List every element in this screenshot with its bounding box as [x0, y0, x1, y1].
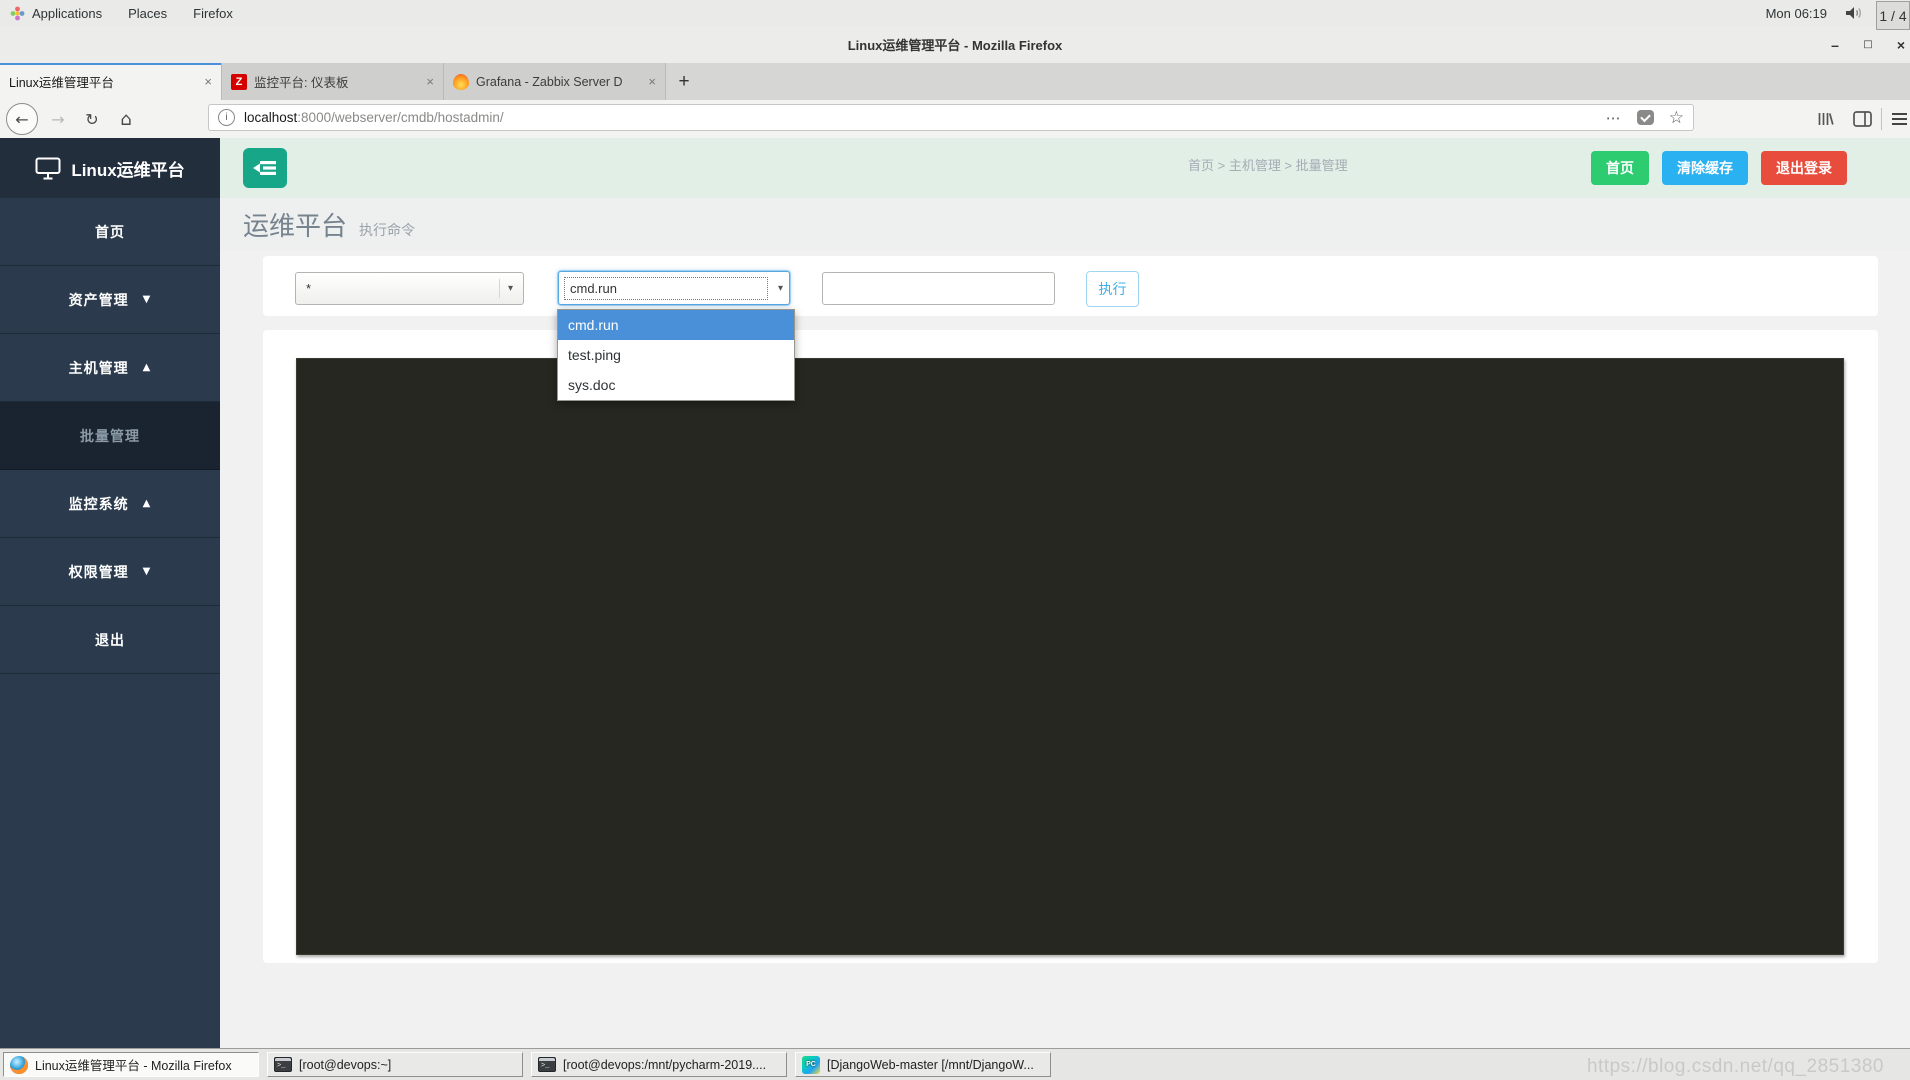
tab-grafana[interactable]: Grafana - Zabbix Server D × — [444, 63, 666, 100]
firefox-titlebar: Linux运维管理平台 - Mozilla Firefox – □ × — [0, 26, 1910, 64]
firefox-icon — [10, 1056, 28, 1074]
clock[interactable]: Mon 06:19 — [1766, 6, 1827, 21]
zabbix-favicon-icon: Z — [231, 74, 247, 90]
breadcrumb: 首页 > 主机管理 > 批量管理 — [1188, 155, 1348, 174]
tab-close-icon[interactable]: × — [426, 74, 434, 89]
command-dropdown-list: cmd.run test.ping sys.doc — [557, 309, 795, 401]
sidebar-collapse-button[interactable] — [243, 148, 287, 188]
browser-menu-icon[interactable] — [1891, 112, 1908, 126]
page-actions-icon[interactable]: ⋯ — [1606, 109, 1622, 127]
taskbar: Linux运维管理平台 - Mozilla Firefox [root@devo… — [0, 1048, 1910, 1080]
sidebar-item-monitoring[interactable]: 监控系统 ▲ — [0, 470, 220, 538]
app-logo-text: Linux运维平台 — [71, 156, 184, 181]
tab-bar: Linux运维管理平台 × Z 监控平台: 仪表板 × Grafana - Za… — [0, 63, 1910, 100]
taskbar-item-terminal-1[interactable]: [root@devops:~] — [267, 1052, 523, 1077]
tab-close-icon[interactable]: × — [648, 74, 656, 89]
caret-down-icon: ▾ — [770, 278, 783, 297]
command-output-terminal — [296, 358, 1844, 955]
home-button[interactable]: ⌂ — [114, 107, 138, 131]
terminal-icon — [274, 1057, 292, 1072]
applications-menu[interactable]: Applications — [10, 6, 102, 21]
chevron-up-icon: ▲ — [143, 362, 152, 373]
terminal-icon — [538, 1057, 556, 1072]
app-sidebar: Linux运维平台 首页 资产管理 ▼ 主机管理 ▲ 批量管理 监控系统 ▲ 权… — [0, 138, 220, 1048]
dropdown-option-sys-doc[interactable]: sys.doc — [558, 370, 794, 400]
applications-label: Applications — [32, 6, 102, 21]
page-title: 运维平台执行命令 — [243, 206, 415, 243]
collapse-menu-icon — [253, 158, 278, 178]
chevron-down-icon: ▼ — [143, 566, 152, 577]
toolbar-separator — [1881, 108, 1882, 130]
sidebar-toggle-icon[interactable] — [1853, 111, 1872, 128]
chevron-up-icon: ▲ — [143, 498, 152, 509]
workspace-indicator[interactable]: 1 / 4 — [1876, 1, 1910, 30]
sidebar-item-permissions[interactable]: 权限管理 ▼ — [0, 538, 220, 606]
taskbar-item-terminal-2[interactable]: [root@devops:/mnt/pycharm-2019.... — [531, 1052, 787, 1077]
execute-button[interactable]: 执行 — [1086, 271, 1139, 307]
clear-cache-button[interactable]: 清除缓存 — [1662, 151, 1748, 185]
tab-zabbix-dashboard[interactable]: Z 监控平台: 仪表板 × — [222, 63, 444, 100]
applications-icon — [10, 6, 25, 21]
home-page-button[interactable]: 首页 — [1591, 151, 1649, 185]
sidebar-item-batch-admin[interactable]: 批量管理 — [0, 402, 220, 470]
url-host: localhost — [244, 110, 297, 125]
back-button[interactable]: ← — [6, 103, 38, 135]
chevron-down-icon: ▼ — [143, 294, 152, 305]
sidebar-item-home[interactable]: 首页 — [0, 198, 220, 266]
minimize-button[interactable]: – — [1820, 26, 1850, 63]
volume-icon[interactable] — [1845, 6, 1864, 20]
command-args-input[interactable] — [822, 272, 1055, 305]
csdn-watermark: https://blog.csdn.net/qq_2851380 — [1587, 1056, 1884, 1078]
library-icon[interactable] — [1817, 111, 1834, 128]
system-top-bar: Applications Places Firefox Mon 06:19 — [0, 0, 1910, 27]
url-bar[interactable]: i localhost :8000/webserver/cmdb/hostadm… — [208, 104, 1694, 131]
tab-label: 监控平台: 仪表板 — [254, 72, 420, 91]
app-logo[interactable]: Linux运维平台 — [0, 138, 220, 198]
sidebar-item-hosts[interactable]: 主机管理 ▲ — [0, 334, 220, 402]
target-select-value: * — [306, 281, 311, 296]
new-tab-button[interactable]: + — [666, 63, 702, 100]
forward-button[interactable]: → — [46, 107, 70, 131]
caret-down-icon: ▾ — [499, 279, 513, 298]
desktop: Applications Places Firefox Mon 06:19 Li… — [0, 0, 1910, 1080]
tab-label: Linux运维管理平台 — [9, 72, 198, 91]
page-title-row: 运维平台执行命令 — [220, 198, 1910, 250]
url-path: :8000/webserver/cmdb/hostadmin/ — [297, 110, 503, 125]
tab-close-icon[interactable]: × — [204, 74, 212, 89]
close-window-button[interactable]: × — [1886, 26, 1910, 63]
site-info-icon[interactable]: i — [218, 109, 235, 126]
url-actions: ⋯ ☆ — [1606, 108, 1684, 128]
tab-linux-platform[interactable]: Linux运维管理平台 × — [0, 63, 222, 100]
taskbar-item-pycharm[interactable]: PC [DjangoWeb-master [/mnt/DjangoW... — [795, 1052, 1051, 1077]
grafana-favicon-icon — [453, 74, 469, 90]
header-buttons: 首页 清除缓存 退出登录 — [1591, 151, 1847, 185]
dropdown-option-cmd-run[interactable]: cmd.run — [558, 310, 794, 340]
system-menus: Applications Places Firefox — [0, 6, 233, 21]
taskbar-item-firefox[interactable]: Linux运维管理平台 - Mozilla Firefox — [3, 1052, 259, 1077]
page-subtitle: 执行命令 — [359, 222, 415, 238]
pocket-icon[interactable] — [1637, 110, 1654, 125]
browser-toolbar: ← → ↻ ⌂ i localhost :8000/webserver/cmdb… — [0, 100, 1910, 139]
firefox-menu[interactable]: Firefox — [193, 6, 233, 21]
dropdown-option-test-ping[interactable]: test.ping — [558, 340, 794, 370]
command-select[interactable]: cmd.run ▾ — [558, 271, 790, 305]
maximize-button[interactable]: □ — [1853, 26, 1883, 63]
sidebar-item-assets[interactable]: 资产管理 ▼ — [0, 266, 220, 334]
command-select-value: cmd.run — [564, 277, 768, 300]
reload-button[interactable]: ↻ — [80, 107, 104, 131]
window-title: Linux运维管理平台 - Mozilla Firefox — [848, 35, 1063, 54]
tab-label: Grafana - Zabbix Server D — [476, 75, 642, 89]
target-host-select[interactable]: * ▾ — [295, 272, 524, 305]
pycharm-icon: PC — [802, 1056, 820, 1074]
bookmark-star-icon[interactable]: ☆ — [1669, 108, 1684, 128]
sidebar-item-exit[interactable]: 退出 — [0, 606, 220, 674]
monitor-icon — [35, 157, 61, 180]
places-menu[interactable]: Places — [128, 6, 167, 21]
page-content: Linux运维平台 首页 资产管理 ▼ 主机管理 ▲ 批量管理 监控系统 ▲ 权… — [0, 138, 1910, 1048]
logout-button[interactable]: 退出登录 — [1761, 151, 1847, 185]
